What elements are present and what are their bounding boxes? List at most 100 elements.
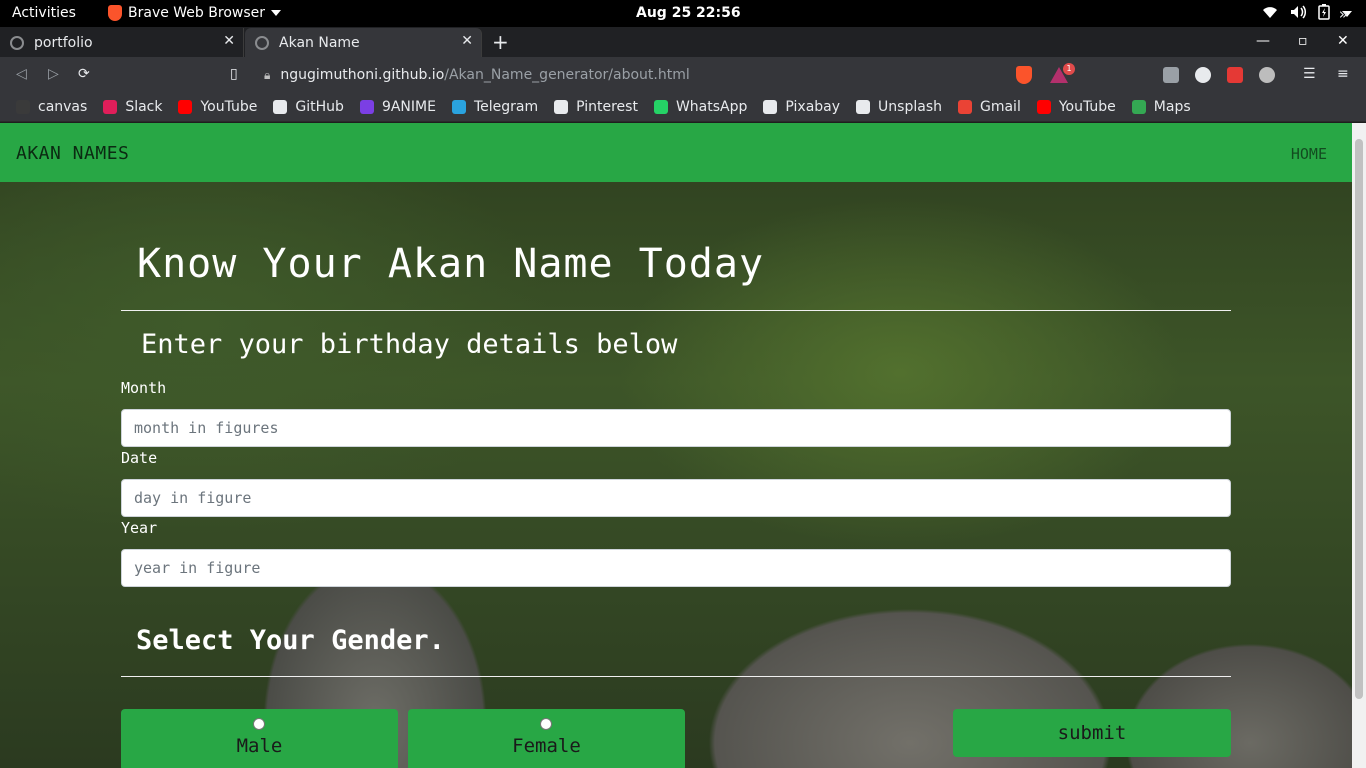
- bookmark-favicon-icon: [957, 100, 972, 114]
- bookmark-item[interactable]: Maps: [1131, 99, 1191, 115]
- divider: [121, 676, 1231, 677]
- gender-heading: Select Your Gender.: [136, 625, 445, 656]
- volume-icon: [1290, 5, 1307, 23]
- month-input[interactable]: [121, 409, 1231, 447]
- page-viewport: AKAN NAMES HOME Know Your Akan Name Toda…: [0, 123, 1352, 768]
- bookmark-label: canvas: [38, 99, 88, 115]
- bookmark-favicon-icon: [359, 100, 374, 114]
- system-top-bar: Activities Brave Web Browser Aug 25 22:5…: [0, 0, 1366, 27]
- globe-icon: [255, 35, 269, 50]
- male-label: Male: [236, 735, 283, 757]
- url-path: /Akan_Name_generator/about.html: [444, 67, 690, 83]
- bookmark-label: Unsplash: [878, 99, 942, 115]
- tab-portfolio[interactable]: portfolio ✕: [0, 28, 244, 57]
- minimize-icon[interactable]: —: [1256, 33, 1270, 49]
- nav-home-link[interactable]: HOME: [1291, 145, 1327, 163]
- bookmark-item[interactable]: 9ANIME: [359, 99, 436, 115]
- back-arrow-icon[interactable]: ◁: [16, 66, 27, 82]
- bookmark-label: Telegram: [473, 99, 539, 115]
- bookmark-favicon-icon: [1131, 100, 1146, 114]
- bookmark-item[interactable]: Pixabay: [763, 99, 840, 115]
- clock[interactable]: Aug 25 22:56: [636, 5, 741, 21]
- bookmark-item[interactable]: Slack: [103, 99, 162, 115]
- bookmark-favicon-icon: [554, 100, 569, 114]
- browser-toolbar: ◁ ▷ ⟳ ▯ 🔒︎ ngugimuthoni.github.io /Akan_…: [0, 57, 1366, 93]
- female-option[interactable]: Female: [408, 709, 685, 768]
- site-navbar: AKAN NAMES HOME: [0, 123, 1352, 182]
- female-radio[interactable]: [540, 718, 552, 730]
- bookmark-favicon-icon: [763, 100, 778, 114]
- media-queue-icon[interactable]: ☰: [1303, 66, 1316, 82]
- reload-icon[interactable]: ⟳: [78, 66, 90, 82]
- battery-icon: [1318, 4, 1330, 24]
- app-menu-label: Brave Web Browser: [128, 5, 265, 21]
- tab-title: portfolio: [34, 34, 93, 51]
- bookmark-label: WhatsApp: [675, 99, 748, 115]
- new-tab-plus-icon[interactable]: +: [492, 30, 509, 54]
- globe-icon: [10, 35, 24, 50]
- bookmark-item[interactable]: Telegram: [451, 99, 539, 115]
- url-host: ngugimuthoni.github.io: [280, 67, 445, 83]
- extension-cube-icon[interactable]: [1163, 67, 1179, 83]
- bookmark-label: Slack: [125, 99, 163, 115]
- submit-button[interactable]: submit: [953, 709, 1231, 757]
- bookmark-item[interactable]: canvas: [16, 99, 87, 115]
- bookmark-item[interactable]: YouTube: [1036, 99, 1116, 115]
- close-window-icon[interactable]: ✕: [1337, 33, 1349, 49]
- year-input[interactable]: [121, 549, 1231, 587]
- bookmark-icon[interactable]: ▯: [230, 66, 238, 82]
- close-tab-icon[interactable]: ✕: [461, 33, 473, 49]
- app-menu[interactable]: Brave Web Browser: [108, 5, 281, 21]
- date-label: Date: [121, 449, 158, 467]
- extension-red-icon[interactable]: [1227, 67, 1243, 83]
- scrollbar-thumb[interactable]: [1355, 139, 1363, 699]
- bookmarks-overflow-icon[interactable]: »: [1339, 5, 1348, 23]
- bookmark-favicon-icon: [1036, 100, 1051, 114]
- rewards-badge: 1: [1063, 63, 1075, 75]
- bookmark-favicon-icon: [856, 100, 871, 114]
- close-tab-icon[interactable]: ✕: [223, 33, 235, 49]
- activities-button[interactable]: Activities: [12, 5, 76, 21]
- bookmark-label: 9ANIME: [381, 99, 436, 115]
- wifi-icon: [1262, 5, 1278, 23]
- year-label: Year: [121, 519, 158, 537]
- bookmark-label: Gmail: [979, 99, 1021, 115]
- date-input[interactable]: [121, 479, 1231, 517]
- brave-lion-icon: [108, 5, 122, 21]
- bookmark-item[interactable]: Gmail: [957, 99, 1021, 115]
- female-label: Female: [512, 735, 581, 757]
- bookmark-favicon-icon: [451, 100, 466, 114]
- lock-icon: 🔒︎: [264, 67, 271, 82]
- divider: [121, 310, 1231, 311]
- brave-shields-icon[interactable]: [1016, 66, 1032, 84]
- extension-icon[interactable]: [1195, 67, 1211, 83]
- bookmark-item[interactable]: Unsplash: [856, 99, 942, 115]
- maximize-icon[interactable]: ▫: [1298, 33, 1308, 49]
- bookmark-item[interactable]: Pinterest: [554, 99, 638, 115]
- bookmark-label: YouTube: [200, 99, 258, 115]
- bookmark-favicon-icon: [103, 100, 118, 114]
- bookmark-item[interactable]: YouTube: [178, 99, 257, 115]
- chevron-down-icon: [271, 10, 281, 16]
- address-bar[interactable]: 🔒︎ ngugimuthoni.github.io /Akan_Name_gen…: [256, 62, 1016, 88]
- extension-bulb-icon[interactable]: [1259, 67, 1275, 83]
- month-label: Month: [121, 379, 167, 397]
- male-option[interactable]: Male: [121, 709, 398, 768]
- bookmark-label: Pixabay: [785, 99, 841, 115]
- bookmark-favicon-icon: [16, 100, 30, 114]
- page-scrollbar[interactable]: [1352, 123, 1366, 768]
- bookmark-label: GitHub: [295, 99, 344, 115]
- bookmark-favicon-icon: [178, 100, 193, 114]
- bookmark-label: Pinterest: [576, 99, 638, 115]
- bookmark-label: Maps: [1153, 99, 1191, 115]
- male-radio[interactable]: [253, 718, 265, 730]
- forward-arrow-icon[interactable]: ▷: [48, 66, 59, 82]
- bookmark-item[interactable]: WhatsApp: [653, 99, 748, 115]
- tab-strip: portfolio ✕ Akan Name ✕ + — ▫ ✕: [0, 27, 1366, 57]
- tab-akan-name[interactable]: Akan Name ✕: [245, 28, 482, 57]
- menu-icon[interactable]: ≡: [1337, 66, 1349, 82]
- bookmark-item[interactable]: GitHub: [273, 99, 344, 115]
- site-brand[interactable]: AKAN NAMES: [16, 143, 129, 164]
- tab-title: Akan Name: [279, 34, 360, 51]
- page-title: Know Your Akan Name Today: [137, 241, 765, 287]
